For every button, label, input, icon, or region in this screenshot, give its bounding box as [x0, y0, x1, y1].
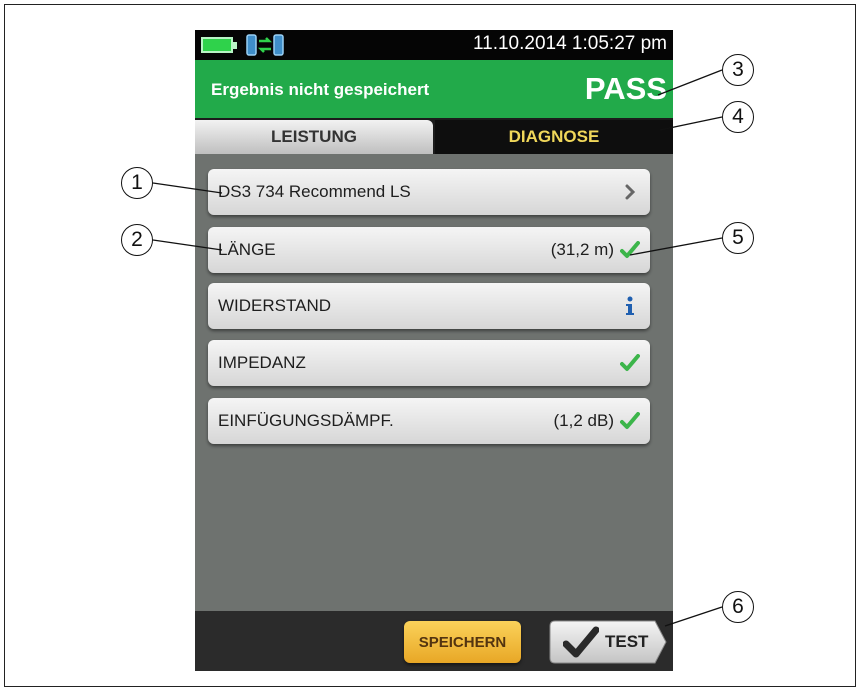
- callout-4: 4: [722, 101, 754, 133]
- callout-1: 1: [121, 167, 153, 199]
- callout-5: 5: [722, 222, 754, 254]
- callout-2: 2: [121, 224, 153, 256]
- callout-6: 6: [722, 591, 754, 623]
- callout-3: 3: [722, 54, 754, 86]
